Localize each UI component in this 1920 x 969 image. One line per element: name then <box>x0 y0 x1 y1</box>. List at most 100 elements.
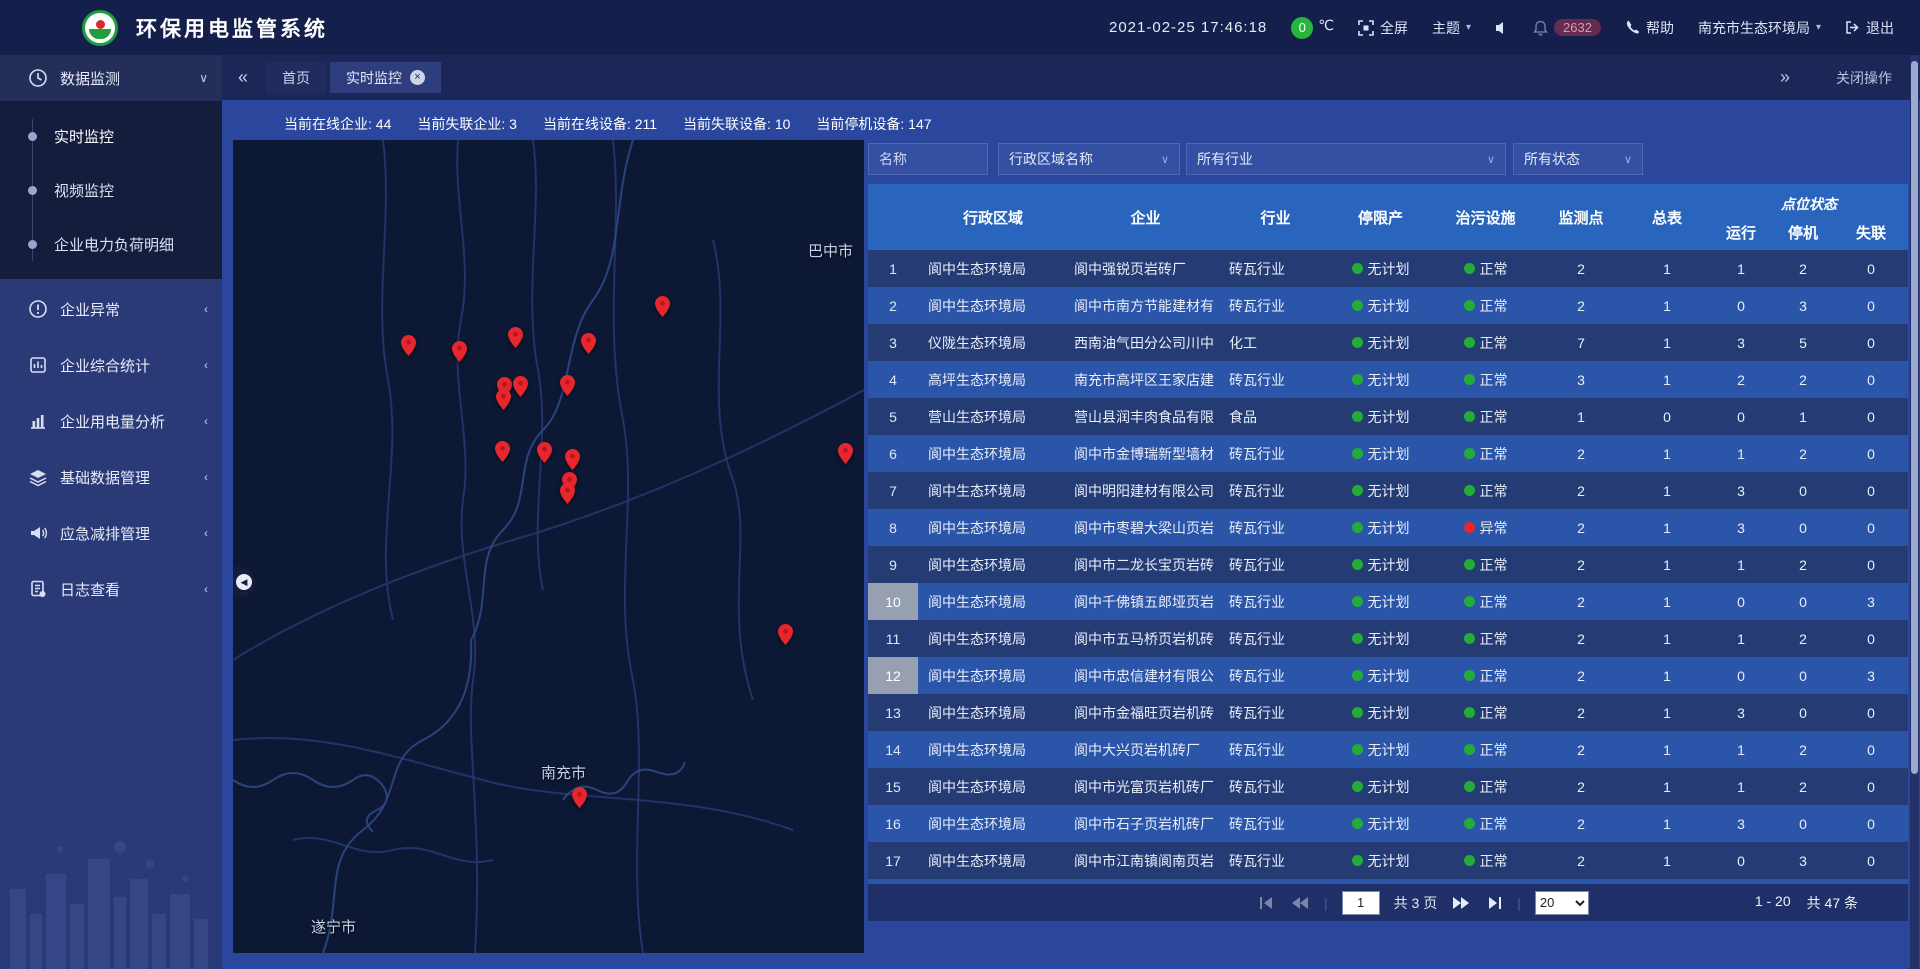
close-operations-dropdown[interactable]: 关闭操作 <box>1836 68 1892 88</box>
status-dot-green <box>1464 855 1475 866</box>
table-row[interactable]: 1阆中生态环境局阆中强锐页岩砖厂砖瓦行业无计划正常21120 <box>868 250 1908 287</box>
tabs-scroll-right-icon[interactable]: » <box>1780 67 1790 88</box>
region-filter-select[interactable]: 行政区域名称 ∨ <box>998 143 1180 175</box>
map-marker-pin-icon[interactable] <box>496 389 511 410</box>
cell-index: 15 <box>868 768 918 805</box>
sidebar-item-0[interactable]: 数据监测∨ <box>0 55 222 101</box>
table-row[interactable]: 7阆中生态环境局阆中明阳建材有限公司砖瓦行业无计划正常21300 <box>868 472 1908 509</box>
chevron-left-icon: ‹ <box>204 302 208 316</box>
cell-company: 阆中市枣碧大梁山页岩 <box>1068 509 1223 546</box>
status-dot-green <box>1464 596 1475 607</box>
map-panel[interactable]: 巴中市南充市遂宁市 ◀ <box>233 140 864 953</box>
map-marker-pin-icon[interactable] <box>513 376 528 397</box>
cell-lost: 0 <box>1834 250 1908 287</box>
fullscreen-button[interactable]: 全屏 <box>1358 18 1408 38</box>
logout-button[interactable]: 退出 <box>1845 18 1894 38</box>
tabs-scroll-left-icon[interactable]: « <box>238 67 248 88</box>
prev-page-button[interactable] <box>1290 896 1310 910</box>
theme-dropdown[interactable]: 主题 ▾ <box>1432 18 1471 38</box>
map-marker-pin-icon[interactable] <box>495 441 510 462</box>
name-search-input[interactable] <box>868 143 988 175</box>
map-marker-pin-icon[interactable] <box>838 443 853 464</box>
log-icon <box>28 579 48 599</box>
sidebar-item-2[interactable]: 企业综合统计‹ <box>0 339 222 391</box>
status-dot-green <box>1464 485 1475 496</box>
status-dot-green <box>1352 448 1363 459</box>
cell-points: 2 <box>1538 250 1624 287</box>
table-row[interactable]: 16阆中生态环境局阆中市石子页岩机砖厂砖瓦行业无计划正常21300 <box>868 805 1908 842</box>
map-marker-pin-icon[interactable] <box>655 296 670 317</box>
table-row[interactable]: 5营山生态环境局营山县润丰肉食品有限食品无计划正常10010 <box>868 398 1908 435</box>
cell-region: 阆中生态环境局 <box>918 546 1068 583</box>
theme-label: 主题 <box>1432 18 1460 38</box>
page-size-select[interactable]: 20 <box>1535 891 1589 915</box>
status-filter-select[interactable]: 所有状态 ∨ <box>1513 143 1643 175</box>
table-row[interactable]: 4高坪生态环境局南充市高坪区王家店建砖瓦行业无计划正常31220 <box>868 361 1908 398</box>
status-summary-bar: 当前在线企业: 44当前失联企业: 3当前在线设备: 211当前失联设备: 10… <box>284 114 932 134</box>
tab-首页[interactable]: 首页 <box>266 62 326 93</box>
table-row[interactable]: 3仪陇生态环境局西南油气田分公司川中化工无计划正常71350 <box>868 324 1908 361</box>
notifications-button[interactable]: 2632 <box>1533 19 1601 36</box>
sound-mute-button[interactable] <box>1495 21 1509 35</box>
cell-stop: 2 <box>1772 361 1834 398</box>
window-scrollbar[interactable] <box>1910 55 1919 969</box>
table-row[interactable]: 6阆中生态环境局阆中市金博瑞新型墙材砖瓦行业无计划正常21120 <box>868 435 1908 472</box>
map-marker-pin-icon[interactable] <box>452 341 467 362</box>
tab-实时监控[interactable]: 实时监控× <box>330 62 441 93</box>
table-row[interactable]: 2阆中生态环境局阆中市南方节能建材有砖瓦行业无计划正常21030 <box>868 287 1908 324</box>
map-marker-pin-icon[interactable] <box>508 327 523 348</box>
sidebar-subitem-实时监控[interactable]: 实时监控 <box>0 109 222 163</box>
col-header-points: 监测点 <box>1538 184 1624 250</box>
table-row[interactable]: 10阆中生态环境局阆中千佛镇五郎垭页岩砖瓦行业无计划正常21003 <box>868 583 1908 620</box>
status-dot-green <box>1352 263 1363 274</box>
table-row[interactable]: 12阆中生态环境局阆中市忠信建材有限公砖瓦行业无计划正常21003 <box>868 657 1908 694</box>
sidebar-item-1[interactable]: 企业异常‹ <box>0 283 222 335</box>
table-row[interactable]: 13阆中生态环境局阆中市金福旺页岩机砖砖瓦行业无计划正常21300 <box>868 694 1908 731</box>
cell-points: 2 <box>1538 435 1624 472</box>
map-marker-pin-icon[interactable] <box>560 483 575 504</box>
cell-stop: 2 <box>1772 768 1834 805</box>
table-row[interactable]: 9阆中生态环境局阆中市二龙长宝页岩砖砖瓦行业无计划正常21120 <box>868 546 1908 583</box>
speaker-icon <box>1495 21 1509 35</box>
next-page-button[interactable] <box>1451 896 1471 910</box>
sidebar-item-4[interactable]: 基础数据管理‹ <box>0 451 222 503</box>
map-marker-pin-icon[interactable] <box>581 333 596 354</box>
map-marker-pin-icon[interactable] <box>778 624 793 645</box>
help-button[interactable]: 帮助 <box>1625 18 1674 38</box>
sidebar-subitem-企业电力负荷明细[interactable]: 企业电力负荷明细 <box>0 217 222 271</box>
chevron-left-icon: ‹ <box>204 582 208 596</box>
cell-industry: 砖瓦行业 <box>1223 546 1328 583</box>
cell-index: 8 <box>868 509 918 546</box>
page-number-input[interactable] <box>1342 891 1380 915</box>
sidebar-subitem-视频监控[interactable]: 视频监控 <box>0 163 222 217</box>
cell-lost: 0 <box>1834 842 1908 879</box>
industry-filter-select[interactable]: 所有行业 ∨ <box>1186 143 1506 175</box>
col-header-company: 企业 <box>1068 184 1223 250</box>
sidebar-item-5[interactable]: 应急减排管理‹ <box>0 507 222 559</box>
map-marker-pin-icon[interactable] <box>572 787 587 808</box>
cell-lost: 0 <box>1834 620 1908 657</box>
last-page-button[interactable] <box>1485 896 1503 910</box>
table-row[interactable]: 14阆中生态环境局阆中大兴页岩机砖厂砖瓦行业无计划正常21120 <box>868 731 1908 768</box>
cell-run: 3 <box>1710 805 1772 842</box>
map-marker-pin-icon[interactable] <box>401 335 416 356</box>
tab-close-icon[interactable]: × <box>410 70 425 85</box>
cell-meter: 0 <box>1624 398 1710 435</box>
table-row[interactable]: 17阆中生态环境局阆中市江南镇阆南页岩砖瓦行业无计划正常21030 <box>868 842 1908 879</box>
sidebar-item-3[interactable]: 企业用电量分析‹ <box>0 395 222 447</box>
cell-lost: 0 <box>1834 361 1908 398</box>
table-row[interactable]: 15阆中生态环境局阆中市光富页岩机砖厂砖瓦行业无计划正常21120 <box>868 768 1908 805</box>
map-marker-pin-icon[interactable] <box>560 375 575 396</box>
sidebar-item-6[interactable]: 日志查看‹ <box>0 563 222 615</box>
first-page-button[interactable] <box>1258 896 1276 910</box>
map-marker-pin-icon[interactable] <box>537 442 552 463</box>
scrollbar-thumb[interactable] <box>1911 61 1918 774</box>
org-dropdown[interactable]: 南充市生态环境局 ▾ <box>1698 18 1821 38</box>
map-marker-pin-icon[interactable] <box>565 449 580 470</box>
cell-industry: 砖瓦行业 <box>1223 472 1328 509</box>
status-dot-red <box>1464 522 1475 533</box>
table-row[interactable]: 8阆中生态环境局阆中市枣碧大梁山页岩砖瓦行业无计划异常21300 <box>868 509 1908 546</box>
table-row[interactable]: 11阆中生态环境局阆中市五马桥页岩机砖砖瓦行业无计划正常21120 <box>868 620 1908 657</box>
cell-company: 阆中市五马桥页岩机砖 <box>1068 620 1223 657</box>
status-filter-value: 所有状态 <box>1524 149 1580 169</box>
